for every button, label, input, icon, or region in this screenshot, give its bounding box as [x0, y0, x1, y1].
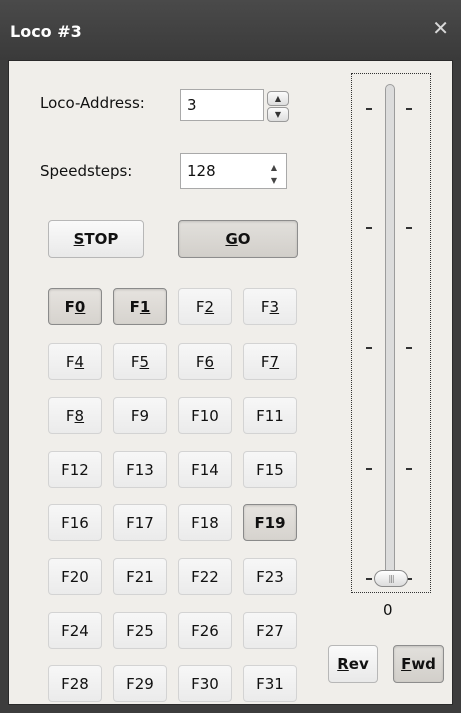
function-button-f24[interactable]: F24	[48, 612, 102, 649]
close-icon[interactable]: ✕	[432, 18, 449, 38]
address-up-button[interactable]: ▲	[267, 91, 289, 106]
function-button-f9[interactable]: F9	[113, 397, 167, 434]
function-button-f17[interactable]: F17	[113, 504, 167, 541]
function-button-f30[interactable]: F30	[178, 665, 232, 702]
function-button-f11[interactable]: F11	[243, 397, 297, 434]
function-button-f25[interactable]: F25	[113, 612, 167, 649]
function-button-f3[interactable]: F3	[243, 288, 297, 325]
loco-panel: Loco-Address: ▲ ▼ Speedsteps: ▲ ▼ STOP G…	[8, 60, 453, 705]
slider-tick	[406, 108, 412, 110]
window-title: Loco #3	[10, 22, 82, 41]
function-button-f10[interactable]: F10	[178, 397, 232, 434]
chevron-down-icon: ▼	[274, 110, 282, 119]
rev-button[interactable]: Rev	[328, 645, 378, 683]
function-button-f13[interactable]: F13	[113, 451, 167, 488]
function-button-f8[interactable]: F8	[48, 397, 102, 434]
function-button-f26[interactable]: F26	[178, 612, 232, 649]
slider-tick	[366, 468, 372, 470]
function-button-f12[interactable]: F12	[48, 451, 102, 488]
function-button-f18[interactable]: F18	[178, 504, 232, 541]
loco-address-label: Loco-Address:	[40, 94, 145, 112]
function-button-f27[interactable]: F27	[243, 612, 297, 649]
function-button-f29[interactable]: F29	[113, 665, 167, 702]
stop-button[interactable]: S TOP	[48, 220, 144, 258]
function-button-f1[interactable]: F1	[113, 288, 167, 325]
slider-tick	[406, 227, 412, 229]
chevron-up-icon: ▲	[274, 94, 282, 103]
speedsteps-label: Speedsteps:	[40, 162, 133, 180]
loco-window: Loco #3 ✕ Loco-Address: ▲ ▼ Speedsteps: …	[0, 0, 461, 713]
speed-value: 0	[383, 601, 393, 619]
function-button-f21[interactable]: F21	[113, 558, 167, 595]
function-button-f4[interactable]: F4	[48, 343, 102, 380]
title-bar: Loco #3 ✕	[0, 0, 461, 60]
speedsteps-input[interactable]	[181, 154, 261, 188]
go-button[interactable]: GO	[178, 220, 298, 258]
loco-address-field[interactable]	[180, 89, 265, 121]
slider-tick	[366, 227, 372, 229]
slider-tick	[366, 578, 372, 580]
address-down-button[interactable]: ▼	[267, 107, 289, 122]
speedsteps-spinbox[interactable]: ▲ ▼	[180, 153, 287, 189]
speed-slider-thumb[interactable]: |||	[374, 570, 408, 587]
slider-tick	[406, 468, 412, 470]
function-button-f16[interactable]: F16	[48, 504, 102, 541]
function-button-f2[interactable]: F2	[178, 288, 232, 325]
chevron-up-icon: ▲	[270, 163, 278, 172]
function-button-f0[interactable]: F0	[48, 288, 102, 325]
slider-tick	[406, 347, 412, 349]
function-button-f28[interactable]: F28	[48, 665, 102, 702]
function-button-f20[interactable]: F20	[48, 558, 102, 595]
loco-address-input[interactable]	[181, 90, 265, 120]
function-button-f19[interactable]: F19	[243, 504, 297, 541]
fwd-button[interactable]: Fwd	[393, 645, 444, 683]
function-button-f15[interactable]: F15	[243, 451, 297, 488]
function-button-f14[interactable]: F14	[178, 451, 232, 488]
slider-tick	[366, 108, 372, 110]
slider-tick	[366, 347, 372, 349]
function-button-f6[interactable]: F6	[178, 343, 232, 380]
function-button-f22[interactable]: F22	[178, 558, 232, 595]
function-button-f31[interactable]: F31	[243, 665, 297, 702]
speed-slider[interactable]: |||	[351, 73, 431, 593]
chevron-down-icon: ▼	[270, 176, 278, 185]
function-button-f7[interactable]: F7	[243, 343, 297, 380]
speedsteps-arrows[interactable]: ▲ ▼	[267, 163, 281, 185]
function-button-f23[interactable]: F23	[243, 558, 297, 595]
speed-slider-track[interactable]	[385, 84, 395, 579]
function-button-f5[interactable]: F5	[113, 343, 167, 380]
